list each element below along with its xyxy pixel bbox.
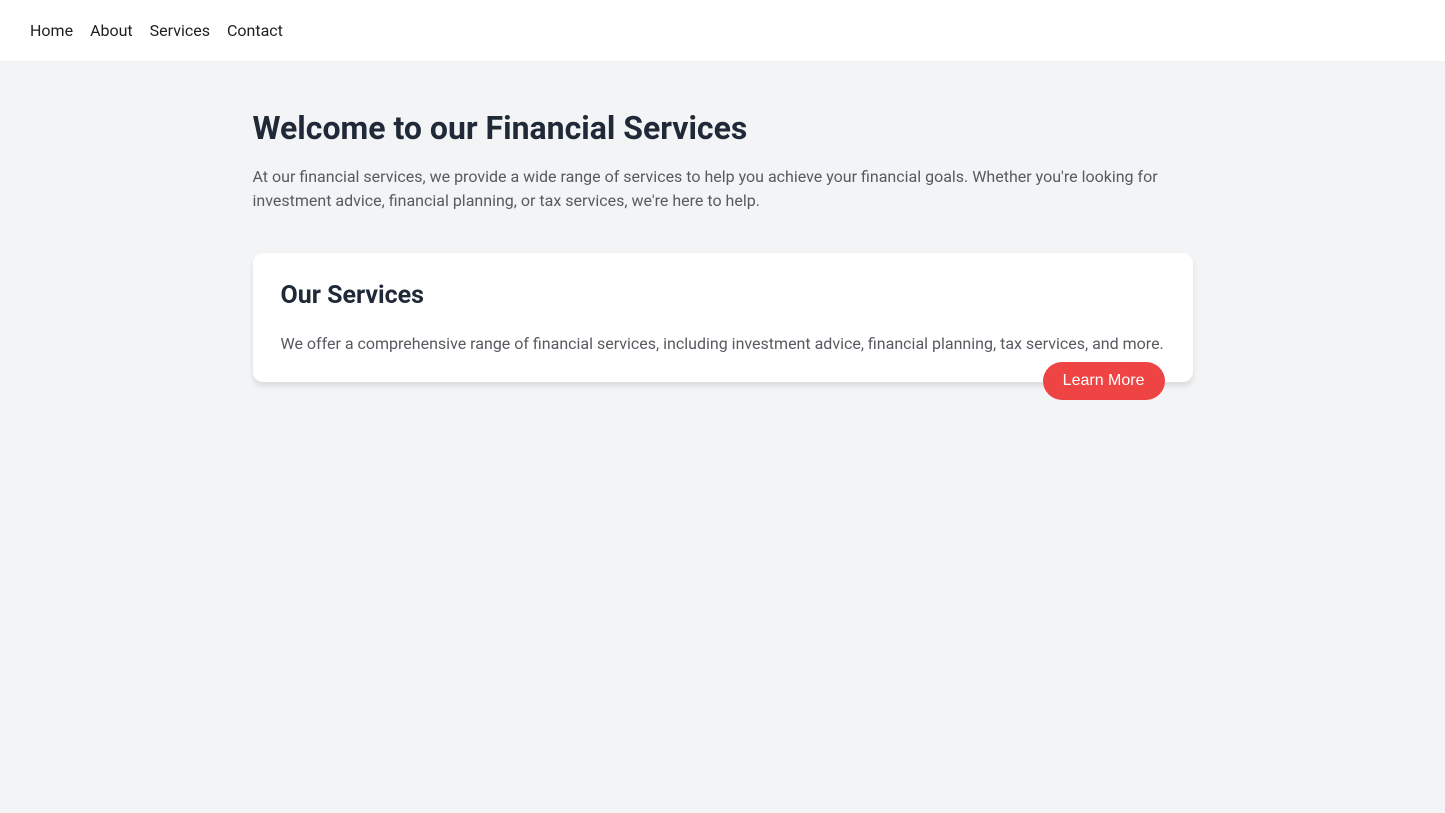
intro-text: At our financial services, we provide a …: [253, 165, 1193, 213]
nav-link-about[interactable]: About: [90, 21, 133, 40]
nav-item-contact: Contact: [227, 21, 283, 40]
card-title: Our Services: [281, 281, 1165, 310]
nav-item-about: About: [90, 21, 133, 40]
top-navigation: Home About Services Contact: [0, 0, 1445, 61]
nav-item-services: Services: [150, 21, 210, 40]
card-description: We offer a comprehensive range of financ…: [281, 332, 1165, 356]
nav-item-home: Home: [30, 21, 73, 40]
services-card: Our Services We offer a comprehensive ra…: [253, 253, 1193, 382]
main-content: Welcome to our Financial Services At our…: [253, 61, 1193, 430]
nav-link-home[interactable]: Home: [30, 21, 73, 40]
nav-list: Home About Services Contact: [30, 21, 1415, 40]
nav-link-services[interactable]: Services: [150, 21, 210, 40]
page-title: Welcome to our Financial Services: [253, 109, 1193, 147]
learn-more-button[interactable]: Learn More: [1043, 362, 1165, 400]
nav-link-contact[interactable]: Contact: [227, 21, 283, 40]
